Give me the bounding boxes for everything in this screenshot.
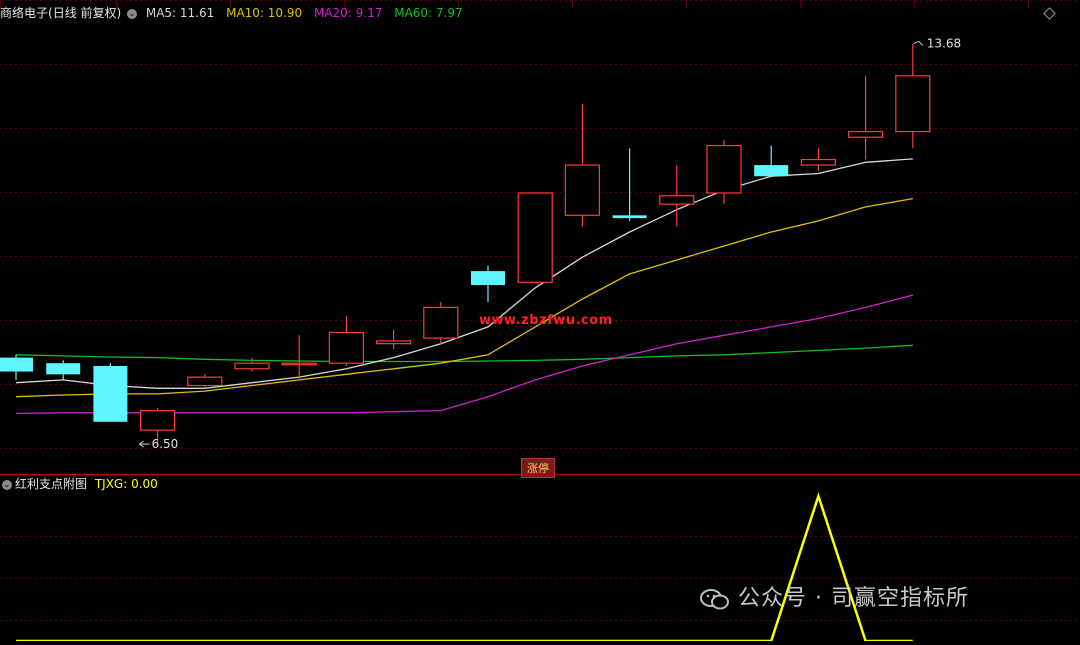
tjxg-line xyxy=(16,491,913,643)
candle[interactable] xyxy=(895,43,931,149)
candle-body xyxy=(800,158,837,166)
candle-body xyxy=(46,363,81,375)
watermark-text: 公众号 · 司赢空指标所 xyxy=(738,586,969,611)
candle-body xyxy=(376,340,412,345)
kline-chart[interactable]: 13.68 6.50 商络电子(日线 前复权) ⌄ MA5: 11.61 MA10… xyxy=(0,0,1080,643)
candle-body xyxy=(659,195,695,205)
candle-body xyxy=(471,271,505,286)
candle-body xyxy=(754,165,789,177)
candle[interactable] xyxy=(517,192,553,283)
url-watermark: www.zbzfwu.com xyxy=(479,313,613,328)
candle[interactable] xyxy=(612,148,647,221)
candles[interactable]: 13.68 6.50 xyxy=(0,36,961,451)
zhangting-badge: 涨停 xyxy=(521,458,555,478)
sub-settings-circle-icon[interactable]: ⌄ xyxy=(2,479,12,490)
candle-body xyxy=(847,131,884,138)
candle-body xyxy=(895,75,931,133)
candle[interactable] xyxy=(281,335,317,380)
candle[interactable] xyxy=(93,363,128,422)
candle-body xyxy=(517,192,553,283)
candle-body xyxy=(706,144,742,194)
candle[interactable] xyxy=(376,329,412,350)
low-label: 6.50 xyxy=(152,437,179,451)
candle[interactable] xyxy=(328,315,364,366)
candle[interactable] xyxy=(754,145,789,177)
high-label: 13.68 xyxy=(927,36,961,50)
moving-average-lines xyxy=(15,158,913,415)
candle-body xyxy=(234,362,270,370)
high-marker xyxy=(913,40,924,46)
candle[interactable] xyxy=(0,354,33,380)
wechat-icon xyxy=(700,588,730,610)
sub-chart-header: ⌄ 红利支点附图 TJXG: 0.00 xyxy=(0,477,158,491)
candle[interactable] xyxy=(423,301,459,344)
candle-body xyxy=(564,164,601,216)
ma20-line xyxy=(15,294,913,415)
ma20-value: MA20: 9.17 xyxy=(313,6,383,20)
candle-body xyxy=(423,306,459,339)
candle[interactable] xyxy=(659,165,695,227)
indicator-name[interactable]: 红利支点附图 xyxy=(15,477,87,491)
candle-body xyxy=(187,376,223,387)
ma5-line xyxy=(15,158,913,389)
candle[interactable] xyxy=(187,374,223,389)
candle-body xyxy=(612,215,647,219)
ma60-value: MA60: 7.97 xyxy=(394,6,463,20)
candle[interactable] xyxy=(564,103,601,227)
candle[interactable] xyxy=(46,360,81,380)
stock-name[interactable]: 商络电子 xyxy=(0,6,48,20)
candle-body xyxy=(93,365,128,422)
wechat-watermark: 公众号 · 司赢空指标所 xyxy=(700,580,969,612)
ma10-line xyxy=(15,197,913,398)
settings-circle-icon[interactable]: ⌄ xyxy=(127,8,138,19)
ma5-value: MA5: 11.61 xyxy=(145,6,215,20)
candle[interactable] xyxy=(847,75,884,160)
candle-body xyxy=(328,331,364,364)
candle[interactable] xyxy=(800,148,837,171)
candle-body xyxy=(140,410,176,431)
ma10-value: MA10: 10.90 xyxy=(226,6,303,20)
period-label: (日线 前复权) xyxy=(48,6,122,20)
candle-body xyxy=(281,362,317,366)
tjxg-value: TJXG: 0.00 xyxy=(94,477,158,491)
chart-header: 商络电子(日线 前复权) ⌄ MA5: 11.61 MA10: 10.90 MA… xyxy=(0,6,463,20)
sub-chart xyxy=(16,491,913,643)
candle[interactable] xyxy=(471,265,505,302)
candle-body xyxy=(0,357,33,372)
